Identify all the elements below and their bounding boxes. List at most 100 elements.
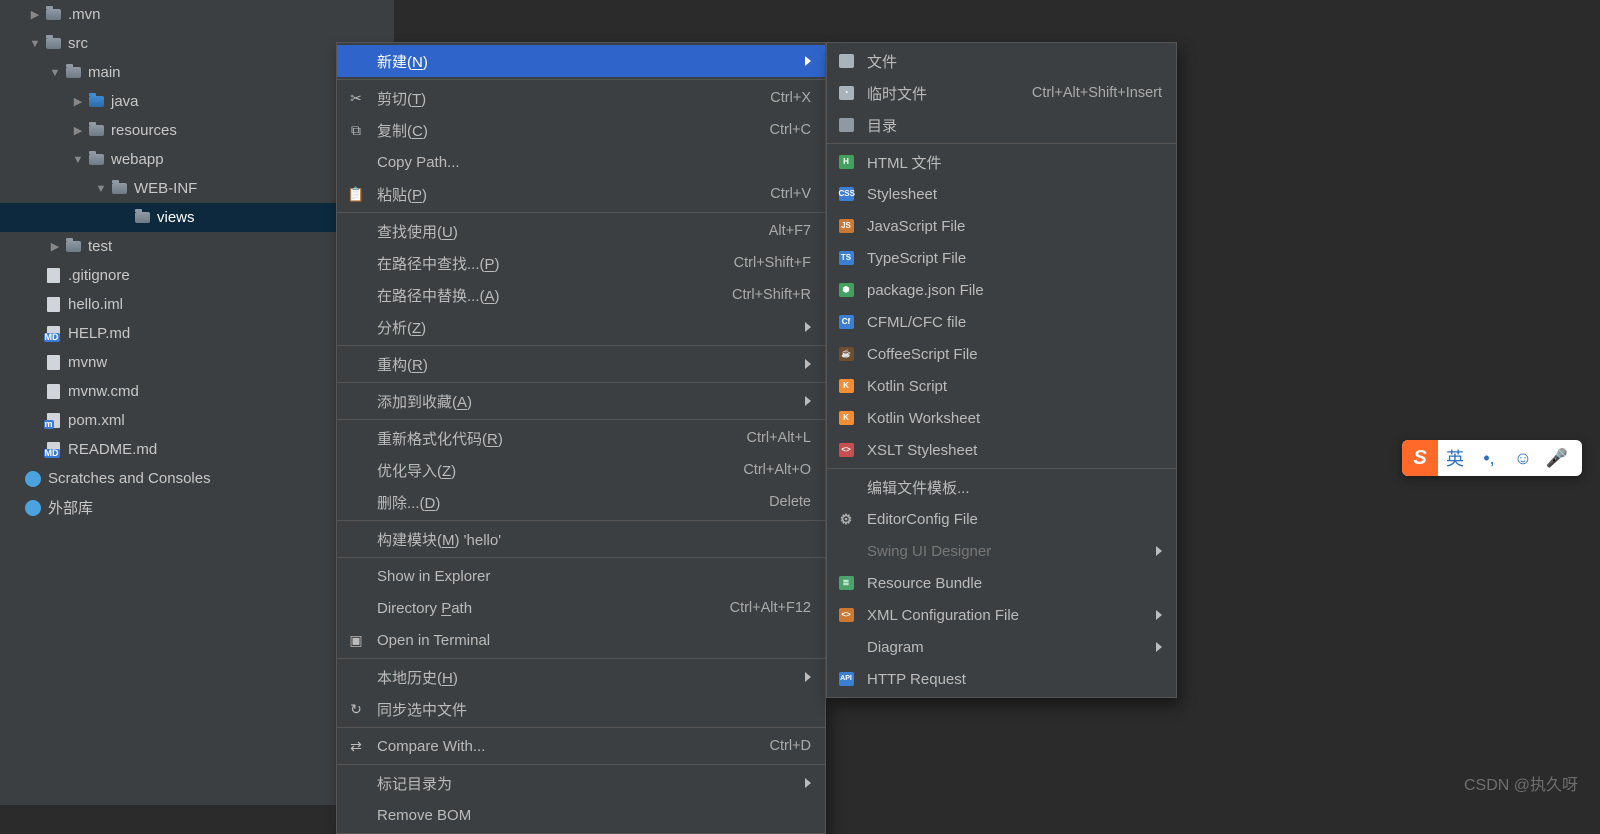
- tree-item[interactable]: mvnw: [0, 348, 394, 377]
- menu-item[interactable]: ✂剪切(T)Ctrl+X: [337, 82, 825, 114]
- chevron-down-icon[interactable]: ▼: [94, 182, 108, 196]
- menu-item[interactable]: ⚙EditorConfig File: [827, 503, 1176, 535]
- coffee-icon: ☕: [835, 343, 857, 365]
- tree-item[interactable]: ▶ java: [0, 87, 394, 116]
- tree-item[interactable]: ▶resources: [0, 116, 394, 145]
- menu-item[interactable]: 添加到收藏(A): [337, 385, 825, 417]
- menu-item[interactable]: ⧉复制(C)Ctrl+C: [337, 114, 825, 146]
- tree-item-label: pom.xml: [68, 412, 125, 429]
- menu-item[interactable]: APIHTTP Request: [827, 663, 1176, 695]
- chevron-right-icon[interactable]: ▶: [28, 8, 42, 22]
- tree-item[interactable]: ▶.mvn: [0, 0, 394, 29]
- menu-item[interactable]: 优化导入(Z)Ctrl+Alt+O: [337, 454, 825, 486]
- blank-icon: [345, 252, 367, 274]
- tree-item[interactable]: views: [0, 203, 394, 232]
- menu-item[interactable]: <>XSLT Stylesheet: [827, 434, 1176, 466]
- markdown-file-icon: MD: [44, 441, 62, 459]
- menu-item[interactable]: 本地历史(H): [337, 661, 825, 693]
- menu-item[interactable]: ☕CoffeeScript File: [827, 338, 1176, 370]
- submenu-arrow-icon: [805, 359, 811, 369]
- ime-mode[interactable]: 英: [1438, 440, 1472, 476]
- menu-item[interactable]: Show in Explorer: [337, 560, 825, 592]
- submenu-arrow-icon: [805, 56, 811, 66]
- gear-icon: ⚙: [835, 508, 857, 530]
- menu-item-shortcut: Ctrl+V: [770, 186, 811, 202]
- menu-item[interactable]: 重新格式化代码(R)Ctrl+Alt+L: [337, 422, 825, 454]
- menu-item[interactable]: <>XML Configuration File: [827, 599, 1176, 631]
- watermark-text: CSDN @执久呀: [1464, 771, 1578, 795]
- menu-item[interactable]: 在路径中查找...(P)Ctrl+Shift+F: [337, 247, 825, 279]
- tree-item[interactable]: ▼main: [0, 58, 394, 87]
- tree-item[interactable]: Scratches and Consoles: [0, 464, 394, 493]
- tree-item[interactable]: ▶test: [0, 232, 394, 261]
- menu-item[interactable]: 重构(R): [337, 348, 825, 380]
- tree-item[interactable]: MDREADME.md: [0, 435, 394, 464]
- menu-item-label: 新建(N): [377, 51, 428, 72]
- tree-item[interactable]: MDHELP.md: [0, 319, 394, 348]
- chevron-down-icon[interactable]: ▼: [71, 153, 85, 167]
- menu-item[interactable]: ⬢package.json File: [827, 274, 1176, 306]
- menu-item-label: package.json File: [867, 282, 984, 299]
- chevron-right-icon[interactable]: ▶: [48, 240, 62, 254]
- menu-item[interactable]: CSSStylesheet: [827, 178, 1176, 210]
- menu-item[interactable]: Diagram: [827, 631, 1176, 663]
- menu-item[interactable]: 文件: [827, 45, 1176, 77]
- menu-item[interactable]: KKotlin Worksheet: [827, 402, 1176, 434]
- menu-item-label: 本地历史(H): [377, 667, 458, 688]
- submenu-arrow-icon: [805, 672, 811, 682]
- menu-item[interactable]: 分析(Z): [337, 311, 825, 343]
- tree-item-label: java: [111, 93, 139, 110]
- menu-item[interactable]: ≣Resource Bundle: [827, 567, 1176, 599]
- ime-mic-icon[interactable]: 🎤: [1540, 440, 1574, 476]
- menu-item[interactable]: ↻同步选中文件: [337, 693, 825, 725]
- tree-item[interactable]: ▼src: [0, 29, 394, 58]
- ime-skin-icon[interactable]: •,: [1472, 440, 1506, 476]
- menu-separator: [337, 764, 825, 765]
- menu-item-label: 编辑文件模板...: [867, 477, 970, 498]
- menu-item[interactable]: 新建(N): [337, 45, 825, 77]
- ime-toolbar[interactable]: S 英 •, ☺ 🎤: [1402, 440, 1582, 476]
- menu-item[interactable]: TSTypeScript File: [827, 242, 1176, 274]
- folder-icon: [87, 151, 105, 169]
- menu-item[interactable]: 删除...(D)Delete: [337, 486, 825, 518]
- folder-icon: [87, 93, 105, 111]
- menu-item[interactable]: 构建模块(M) 'hello': [337, 523, 825, 555]
- menu-item[interactable]: 查找使用(U)Alt+F7: [337, 215, 825, 247]
- chevron-down-icon[interactable]: ▼: [28, 37, 42, 51]
- tree-item[interactable]: .gitignore: [0, 261, 394, 290]
- tree-item[interactable]: mvnw.cmd: [0, 377, 394, 406]
- menu-item-label: Open in Terminal: [377, 632, 490, 649]
- menu-item[interactable]: 标记目录为: [337, 767, 825, 799]
- menu-item[interactable]: ◔临时文件Ctrl+Alt+Shift+Insert: [827, 77, 1176, 109]
- menu-item[interactable]: 编辑文件模板...: [827, 471, 1176, 503]
- tree-item[interactable]: ▼WEB-INF: [0, 174, 394, 203]
- menu-item[interactable]: Remove BOM: [337, 799, 825, 831]
- bundle-icon: ≣: [835, 572, 857, 594]
- menu-item-label: 构建模块(M) 'hello': [377, 529, 501, 550]
- ime-emoji-icon[interactable]: ☺: [1506, 440, 1540, 476]
- kotlin-icon: K: [835, 407, 857, 429]
- menu-item[interactable]: 在路径中替换...(A)Ctrl+Shift+R: [337, 279, 825, 311]
- chevron-right-icon[interactable]: ▶: [71, 124, 85, 138]
- menu-item[interactable]: JSJavaScript File: [827, 210, 1176, 242]
- tree-item[interactable]: hello.iml: [0, 290, 394, 319]
- menu-item[interactable]: KKotlin Script: [827, 370, 1176, 402]
- menu-item[interactable]: 📋粘贴(P)Ctrl+V: [337, 178, 825, 210]
- menu-item-label: TypeScript File: [867, 250, 966, 267]
- menu-item[interactable]: Directory PathCtrl+Alt+F12: [337, 592, 825, 624]
- menu-item[interactable]: Copy Path...: [337, 146, 825, 178]
- menu-item[interactable]: ▣Open in Terminal: [337, 624, 825, 656]
- chevron-right-icon[interactable]: ▶: [71, 95, 85, 109]
- menu-item[interactable]: 目录: [827, 109, 1176, 141]
- menu-separator: [337, 658, 825, 659]
- menu-separator: [827, 468, 1176, 469]
- menu-item-shortcut: Ctrl+Alt+O: [743, 462, 811, 478]
- chevron-down-icon[interactable]: ▼: [48, 66, 62, 80]
- menu-item[interactable]: HHTML 文件: [827, 146, 1176, 178]
- tree-item[interactable]: 外部库: [0, 493, 394, 522]
- tree-item[interactable]: ▼webapp: [0, 145, 394, 174]
- menu-item-label: 删除...(D): [377, 492, 440, 513]
- menu-item[interactable]: ⇄Compare With...Ctrl+D: [337, 730, 825, 762]
- menu-item[interactable]: CfCFML/CFC file: [827, 306, 1176, 338]
- tree-item[interactable]: mpom.xml: [0, 406, 394, 435]
